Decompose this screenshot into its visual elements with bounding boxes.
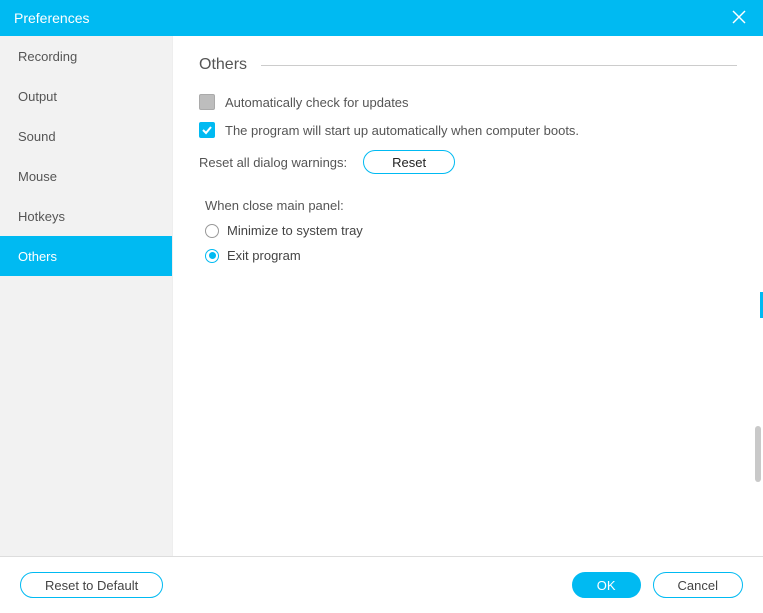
radio-option-exit[interactable]: Exit program <box>205 248 737 263</box>
footer: Reset to Default OK Cancel <box>0 556 763 613</box>
scrollbar-thumb[interactable] <box>755 426 761 482</box>
reset-warnings-label: Reset all dialog warnings: <box>199 155 347 170</box>
titlebar: Preferences <box>0 0 763 36</box>
cancel-button[interactable]: Cancel <box>653 572 743 598</box>
radio-label: Exit program <box>227 248 301 263</box>
window-title: Preferences <box>14 10 89 26</box>
reset-to-default-button[interactable]: Reset to Default <box>20 572 163 598</box>
sidebar-item-label: Sound <box>18 129 56 144</box>
sidebar-item-recording[interactable]: Recording <box>0 36 172 76</box>
sidebar-item-output[interactable]: Output <box>0 76 172 116</box>
sidebar-item-label: Mouse <box>18 169 57 184</box>
close-icon[interactable] <box>731 9 749 27</box>
radio-icon <box>205 224 219 238</box>
ok-button[interactable]: OK <box>572 572 641 598</box>
close-panel-title: When close main panel: <box>205 198 737 213</box>
main-panel: Others Automatically check for updates T… <box>173 36 763 556</box>
sidebar-item-label: Hotkeys <box>18 209 65 224</box>
sidebar-item-label: Output <box>18 89 57 104</box>
radio-option-minimize[interactable]: Minimize to system tray <box>205 223 737 238</box>
checkbox-label: The program will start up automatically … <box>225 123 579 138</box>
radio-icon <box>205 249 219 263</box>
sidebar-item-label: Recording <box>18 49 77 64</box>
reset-button[interactable]: Reset <box>363 150 455 174</box>
sidebar: Recording Output Sound Mouse Hotkeys Oth… <box>0 36 173 556</box>
checkbox-label: Automatically check for updates <box>225 95 409 110</box>
sidebar-item-hotkeys[interactable]: Hotkeys <box>0 196 172 236</box>
sidebar-item-label: Others <box>18 249 57 264</box>
sidebar-item-others[interactable]: Others <box>0 236 172 276</box>
sidebar-item-mouse[interactable]: Mouse <box>0 156 172 196</box>
radio-label: Minimize to system tray <box>227 223 363 238</box>
checkbox-autostart[interactable] <box>199 122 215 138</box>
section-divider <box>261 65 737 66</box>
sidebar-item-sound[interactable]: Sound <box>0 116 172 156</box>
checkbox-auto-update[interactable] <box>199 94 215 110</box>
section-title: Others <box>199 56 247 74</box>
